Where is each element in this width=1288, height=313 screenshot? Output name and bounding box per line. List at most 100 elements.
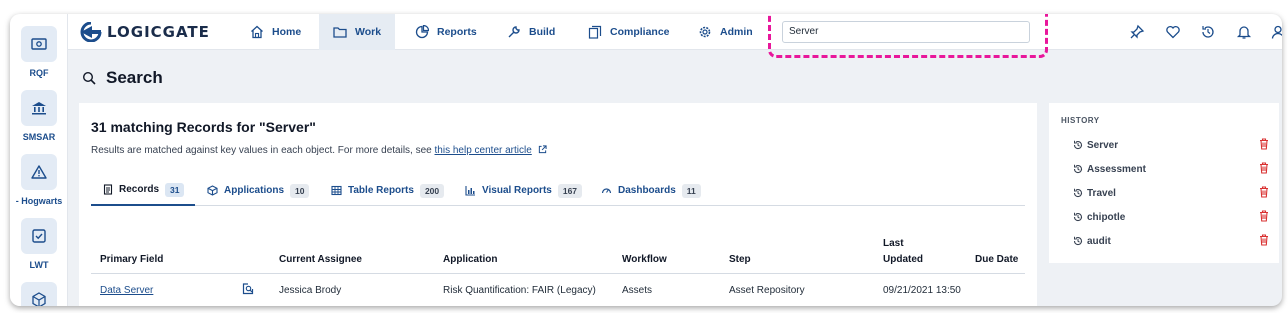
user-icon[interactable] — [1270, 24, 1282, 40]
history-item-label: Assessment — [1087, 163, 1146, 175]
history-item[interactable]: Server — [1073, 138, 1269, 152]
rail-item-smsar[interactable]: SMSAR — [10, 90, 68, 142]
col-application[interactable]: Application — [443, 254, 497, 265]
record-link[interactable]: Data Server — [100, 285, 153, 296]
logicgate-logo-icon — [80, 22, 102, 42]
result-tabs: Records 31 Applications 10 Table Reports… — [91, 175, 1025, 206]
history-item[interactable]: chipotle — [1073, 210, 1269, 224]
trash-icon[interactable] — [1259, 186, 1269, 198]
search-highlight-annotation — [768, 14, 1048, 58]
documents-icon — [588, 25, 602, 39]
nav-build[interactable]: Build — [493, 14, 569, 50]
tab-count-badge: 167 — [557, 183, 583, 198]
page-title-text: Search — [106, 68, 163, 87]
search-icon — [82, 71, 96, 85]
nav-label: Admin — [720, 26, 753, 38]
history-icon[interactable] — [1200, 24, 1216, 40]
tab-visual-reports[interactable]: Visual Reports 167 — [465, 175, 583, 206]
page-title: Search — [82, 68, 163, 88]
tab-count-badge: 10 — [290, 183, 310, 198]
tab-label: Records — [119, 184, 160, 195]
nav-label: Reports — [437, 26, 477, 38]
tab-label: Visual Reports — [482, 185, 552, 196]
tab-records[interactable]: Records 31 — [91, 175, 195, 206]
history-title: HISTORY — [1061, 116, 1100, 125]
col-last-updated-line2[interactable]: Updated — [883, 254, 923, 265]
col-step[interactable]: Step — [729, 254, 751, 265]
warning-icon — [21, 154, 57, 190]
history-icon — [1073, 188, 1083, 198]
nav-label: Home — [272, 26, 302, 38]
tab-label: Table Reports — [348, 185, 414, 196]
col-primary-field[interactable]: Primary Field — [100, 254, 163, 265]
history-icon — [1073, 236, 1083, 246]
col-due-date[interactable]: Due Date — [975, 254, 1018, 265]
cell-assignee: Jessica Brody — [279, 285, 342, 296]
col-last-updated-line1[interactable]: Last — [883, 238, 904, 249]
history-panel: HISTORY Server Assessment Travel chipotl… — [1049, 103, 1279, 263]
history-icon — [1073, 164, 1083, 174]
history-item-label: Server — [1087, 139, 1119, 151]
heart-icon[interactable] — [1165, 24, 1181, 40]
logo-text: LOGICGATE — [107, 23, 210, 41]
wrench-icon — [508, 26, 520, 38]
nav-admin[interactable]: Admin — [684, 14, 767, 50]
trash-icon[interactable] — [1259, 162, 1269, 174]
money-icon — [21, 26, 57, 62]
cell-application: Risk Quantification: FAIR (Legacy) — [443, 285, 596, 296]
table-icon — [331, 185, 342, 196]
external-link-icon[interactable] — [538, 145, 547, 154]
tab-table-reports[interactable]: Table Reports 200 — [331, 175, 445, 206]
home-icon — [251, 25, 263, 39]
rail-item-lwt[interactable]: LWT — [10, 218, 68, 270]
trash-icon[interactable] — [1259, 210, 1269, 222]
tab-dashboards[interactable]: Dashboards 11 — [601, 175, 701, 206]
history-item-label: audit — [1087, 235, 1111, 247]
nav-label: Work — [355, 26, 382, 38]
trash-icon[interactable] — [1259, 234, 1269, 246]
results-subtitle: Results are matched against key values i… — [91, 145, 547, 156]
record-preview-icon[interactable] — [242, 283, 254, 295]
bank-icon — [21, 90, 57, 126]
history-item[interactable]: Travel — [1073, 186, 1269, 200]
help-center-link[interactable]: this help center article — [435, 145, 532, 156]
trash-icon[interactable] — [1259, 138, 1269, 150]
nav-home[interactable]: Home — [236, 14, 315, 50]
nav-work[interactable]: Work — [319, 14, 396, 50]
cell-last-updated: 09/21/2021 13:50 — [883, 285, 961, 296]
tab-count-badge: 11 — [681, 183, 701, 198]
history-icon — [1073, 212, 1083, 222]
tab-applications[interactable]: Applications 10 — [207, 175, 310, 206]
folder-icon — [333, 27, 347, 38]
tab-count-badge: 200 — [419, 183, 445, 198]
history-item[interactable]: Assessment — [1073, 162, 1269, 176]
col-current-assignee[interactable]: Current Assignee — [279, 254, 362, 265]
bell-icon[interactable] — [1236, 24, 1252, 40]
tab-label: Dashboards — [618, 185, 676, 196]
search-results-card: 31 matching Records for "Server" Results… — [79, 103, 1037, 306]
gauge-icon — [601, 188, 612, 194]
nav-reports[interactable]: Reports — [401, 14, 491, 50]
chart-icon — [415, 25, 429, 39]
col-workflow[interactable]: Workflow — [622, 254, 667, 265]
app-window: RQF SMSAR - Hogwarts LWT LOGICGATE Home … — [10, 14, 1282, 306]
nav-compliance[interactable]: Compliance — [574, 14, 684, 50]
left-rail: RQF SMSAR - Hogwarts LWT — [10, 14, 68, 306]
history-item-label: chipotle — [1087, 211, 1126, 223]
rail-item-cube[interactable] — [10, 282, 68, 306]
checkbox-icon — [21, 218, 57, 254]
cube-icon — [207, 185, 218, 196]
cube-icon — [21, 282, 57, 306]
rail-label: RQF — [29, 68, 49, 78]
rail-item-hogwarts[interactable]: - Hogwarts — [10, 154, 68, 206]
history-item[interactable]: audit — [1073, 234, 1269, 248]
cell-workflow: Assets — [622, 285, 653, 296]
header-divider — [91, 273, 1025, 274]
gear-icon — [699, 26, 711, 38]
cell-step: Asset Repository — [729, 285, 805, 296]
history-icon — [1073, 140, 1083, 150]
rail-item-rqf[interactable]: RQF — [10, 26, 68, 78]
results-subtitle-text: Results are matched against key values i… — [91, 145, 435, 156]
logo[interactable]: LOGICGATE — [80, 21, 210, 43]
pin-icon[interactable] — [1129, 24, 1145, 40]
